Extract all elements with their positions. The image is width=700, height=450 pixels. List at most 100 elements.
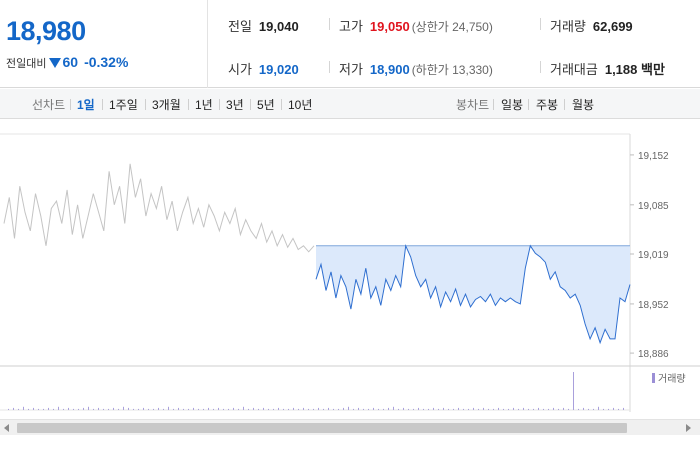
volume-bar <box>293 407 294 410</box>
tab-3-years[interactable]: 3년 <box>226 96 244 113</box>
volume-legend: 거래량 <box>652 373 686 385</box>
price-change: 전일대비 60 -0.32% <box>6 52 128 71</box>
volume-bar <box>573 372 574 410</box>
volume-bar <box>193 407 194 410</box>
volume-bar <box>603 408 604 410</box>
volume-bar <box>173 408 174 410</box>
volume-bar <box>548 408 549 410</box>
volume-bar <box>508 408 509 410</box>
volume-bar <box>243 406 244 410</box>
volume-bar <box>313 408 314 410</box>
tab-1-week[interactable]: 1주일 <box>109 96 138 113</box>
divider <box>528 99 529 110</box>
divider <box>250 99 251 110</box>
volume-bar <box>608 408 609 410</box>
divider <box>329 61 330 73</box>
bottom-strip <box>0 435 700 450</box>
volume-bar <box>213 408 214 410</box>
volume-bar <box>308 408 309 410</box>
chart-scrollbar[interactable] <box>0 419 700 435</box>
volume-bar <box>63 408 64 410</box>
tab-1-year[interactable]: 1년 <box>195 96 213 113</box>
volume-bar <box>33 407 34 410</box>
y-axis-ticks: 19,152 19,085 19,019 18,952 18,886 <box>630 151 669 360</box>
volume-bar <box>593 408 594 410</box>
volume-legend-swatch <box>652 373 655 383</box>
volume-bar <box>148 408 149 410</box>
volume-bar <box>73 408 74 410</box>
volume-bar <box>388 407 389 410</box>
volume-bar <box>413 408 414 410</box>
price-chart[interactable]: 19,152 19,085 19,019 18,952 18,886 거래량 <box>0 120 700 450</box>
tab-10-years[interactable]: 10년 <box>288 96 312 113</box>
divider <box>219 99 220 110</box>
volume-legend-label: 거래량 <box>658 373 686 385</box>
scroll-thumb[interactable] <box>17 423 627 433</box>
candle-chart-title: 봉차트 <box>456 98 490 112</box>
tab-5-years[interactable]: 5년 <box>257 96 275 113</box>
tab-1-day[interactable]: 1일 <box>77 96 95 113</box>
y-tick-label: 19,019 <box>638 250 669 261</box>
quote-header: 18,980 전일대비 60 -0.32% 전일 19,040 고가 19,050 (상한… <box>0 0 700 88</box>
volume-bar <box>78 408 79 410</box>
volume-bar <box>488 408 489 410</box>
volume-bar <box>358 407 359 410</box>
volume-bar <box>58 406 59 410</box>
volume-bar <box>368 408 369 410</box>
volume-bar <box>458 407 459 410</box>
volume-bar <box>233 407 234 410</box>
volume-bar <box>383 408 384 410</box>
volume-bar <box>588 408 589 410</box>
volume-bar <box>123 406 124 410</box>
tab-monthly-candle[interactable]: 월봉 <box>572 96 594 113</box>
volume-bar <box>323 408 324 410</box>
stat-value: 1,188 백만 <box>604 62 665 77</box>
volume-bar <box>578 408 579 410</box>
tab-3-months[interactable]: 3개월 <box>152 96 181 113</box>
volume-bar <box>543 408 544 410</box>
divider <box>281 99 282 110</box>
divider <box>70 99 71 110</box>
divider <box>540 18 541 30</box>
stat-value: 62,699 <box>592 19 633 34</box>
stat-label: 거래대금 <box>550 62 598 77</box>
volume-bar <box>228 408 229 410</box>
volume-bar <box>168 406 169 410</box>
volume-bar <box>263 407 264 410</box>
volume-bar <box>478 408 479 410</box>
volume-bar <box>208 407 209 410</box>
scroll-left-arrow-icon[interactable] <box>4 424 9 432</box>
stat-high: 고가 19,050 (상한가 24,750) <box>339 16 493 35</box>
tab-weekly-candle[interactable]: 주봉 <box>536 96 558 113</box>
volume-bar <box>598 406 599 410</box>
volume-bar <box>258 408 259 410</box>
stat-label: 전일 <box>228 19 252 34</box>
volume-bar <box>48 407 49 410</box>
volume-bar <box>103 408 104 410</box>
volume-bar <box>128 407 129 410</box>
divider <box>564 99 565 110</box>
volume-bar <box>198 408 199 410</box>
volume-bar <box>538 407 539 410</box>
divider <box>145 99 146 110</box>
down-triangle-icon <box>49 58 62 68</box>
stat-prev-close: 전일 19,040 <box>228 16 299 35</box>
tab-daily-candle[interactable]: 일봉 <box>501 96 523 113</box>
volume-bar <box>143 407 144 410</box>
volume-bar <box>348 406 349 410</box>
change-label: 전일대비 <box>6 58 47 70</box>
volume-bar <box>153 408 154 410</box>
volume-bar <box>428 408 429 410</box>
previous-day-series <box>3 163 315 253</box>
stat-open: 시가 19,020 <box>228 59 299 78</box>
volume-bar <box>423 408 424 410</box>
volume-bar <box>393 406 394 410</box>
volume-bars <box>8 372 624 410</box>
volume-bar <box>613 407 614 410</box>
volume-bar <box>28 408 29 410</box>
divider <box>540 61 541 73</box>
stat-value: 19,020 <box>258 62 299 77</box>
volume-bar <box>408 408 409 410</box>
scroll-right-arrow-icon[interactable] <box>686 424 691 432</box>
volume-bar <box>333 408 334 410</box>
